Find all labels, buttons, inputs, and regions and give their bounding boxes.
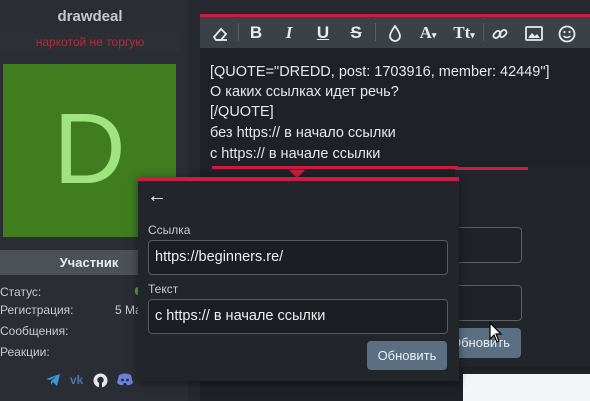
- underline-button[interactable]: U: [308, 17, 338, 48]
- image-icon[interactable]: [519, 17, 549, 48]
- italic-button[interactable]: I: [274, 17, 304, 48]
- editor-line: без https:// в начало ссылки: [210, 125, 396, 141]
- user-title: наркотой не торгую: [0, 33, 180, 51]
- url-input-value: https://beginners.re/: [155, 249, 284, 265]
- font-family-button[interactable]: A▾: [410, 17, 446, 48]
- discord-icon[interactable]: [117, 373, 133, 389]
- url-label: Ссылка: [148, 223, 191, 237]
- editor-line: с https:// в начале ссылки: [210, 146, 381, 162]
- text-label: Текст: [148, 282, 179, 296]
- page-background-strip: [463, 374, 590, 401]
- vk-icon[interactable]: vk: [70, 373, 83, 387]
- update-button[interactable]: Обновить: [367, 341, 447, 370]
- bold-button[interactable]: B: [241, 17, 271, 48]
- telegram-icon[interactable]: [45, 373, 61, 390]
- editor-line: [QUOTE="DREDD, post: 1703916, member: 42…: [210, 64, 550, 80]
- messages-label: Сообщения:: [0, 324, 69, 338]
- toolbar-separator: [483, 23, 484, 41]
- back-arrow-icon[interactable]: ←: [147, 186, 167, 206]
- background-popup-accent: [455, 167, 528, 170]
- editor-line: О каких ссылках идет речь?: [210, 84, 399, 100]
- mouse-cursor-icon: [489, 321, 503, 349]
- smile-icon[interactable]: [552, 17, 582, 48]
- font-size-button[interactable]: Tt▾: [447, 17, 481, 48]
- link-text-input-value: с https:// в начале ссылки: [155, 308, 326, 324]
- strikethrough-button[interactable]: S: [341, 17, 371, 48]
- editor-line: [/QUOTE]: [210, 104, 274, 120]
- background-text-field[interactable]: [455, 285, 522, 321]
- text-color-icon[interactable]: [380, 17, 410, 48]
- eraser-icon[interactable]: [205, 17, 235, 48]
- toolbar-separator: [238, 23, 239, 41]
- status-label: Статус:: [0, 285, 42, 299]
- dialog-accent-bar: [212, 166, 458, 169]
- reactions-label: Реакции:: [0, 345, 50, 359]
- background-update-button[interactable]: Обновить: [451, 328, 521, 358]
- url-input[interactable]: https://beginners.re/: [148, 240, 448, 275]
- github-icon[interactable]: [93, 373, 108, 391]
- link-text-input[interactable]: с https:// в начале ссылки: [148, 299, 448, 334]
- link-dialog-accent: [138, 177, 459, 181]
- background-url-field[interactable]: [455, 227, 522, 263]
- link-icon[interactable]: [485, 17, 515, 48]
- registration-label: Регистрация:: [0, 303, 74, 317]
- username[interactable]: drawdeal: [0, 8, 180, 25]
- toolbar-separator: [375, 23, 376, 41]
